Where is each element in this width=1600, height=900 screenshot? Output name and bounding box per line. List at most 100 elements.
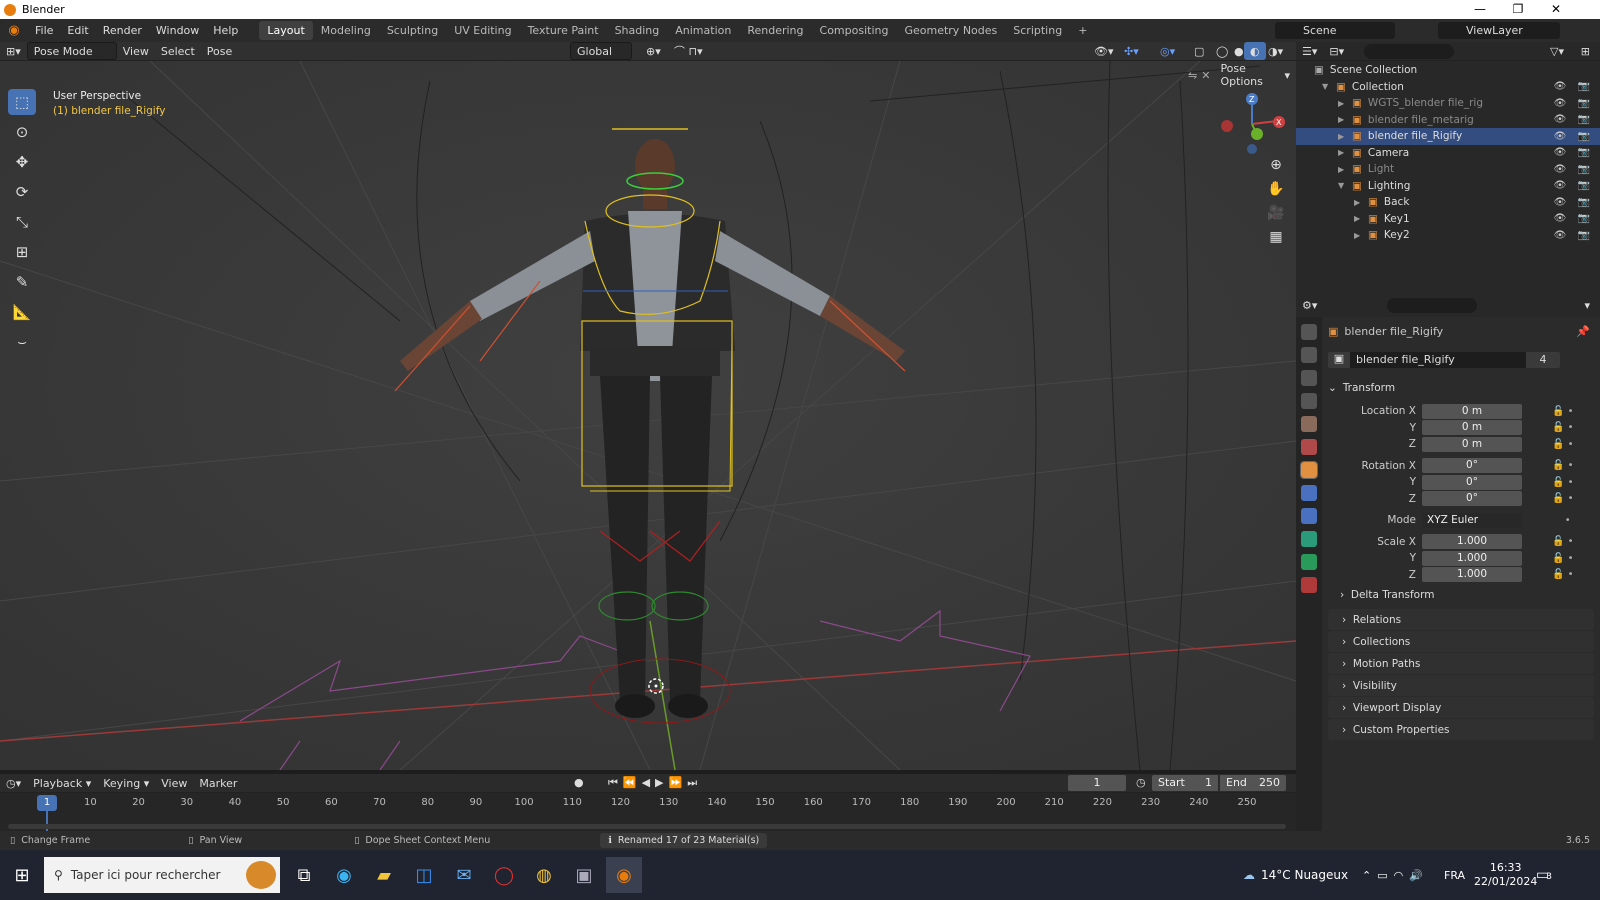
outliner-scene-collection[interactable]: ▣ Scene Collection [1296,62,1600,79]
panel-motion-paths[interactable]: › Motion Paths [1328,653,1594,674]
select-box-tool-icon[interactable]: ⬚ [8,89,36,115]
move-tool-icon[interactable]: ✥ [8,149,36,175]
location-y-field[interactable]: 0 m [1422,420,1522,435]
delta-transform-subpanel[interactable]: › Delta Transform [1340,589,1434,601]
outliner-item[interactable]: ▶ ▣ Back 👁 📷 [1296,194,1600,211]
workspace-tab-geometry-nodes[interactable]: Geometry Nodes [896,21,1005,40]
editor-type-icon[interactable]: ⊞▾ [0,42,27,60]
lock-icon[interactable]: 🔓 • [1552,422,1574,433]
location-x-field[interactable]: 0 m [1422,403,1522,419]
opera-browser-icon[interactable]: ◯ [486,857,522,893]
measure-tool-icon[interactable]: 📐 [8,299,36,325]
render-tab-icon[interactable] [1301,347,1317,363]
gizmo-y-icon[interactable] [1251,128,1263,140]
scale-tool-icon[interactable]: ⤡ [8,209,36,235]
data-block-selector[interactable]: ▣ blender file_Rigify 4 [1328,351,1560,368]
workspace-tab-texture-paint[interactable]: Texture Paint [520,21,607,40]
file-explorer-icon[interactable]: ▰ [366,857,402,893]
rendered-shading-icon[interactable]: ◑▾ [1262,42,1289,60]
add-workspace-button[interactable]: + [1070,21,1095,40]
scene-selector[interactable]: Scene [1275,22,1395,39]
outliner-item[interactable]: ▶ ▣ Camera 👁 📷 [1296,145,1600,162]
tool-tab-icon[interactable] [1301,324,1317,340]
snap-icon[interactable]: ⌒ ⊓▾ [668,42,709,60]
minimize-button[interactable]: — [1462,0,1498,19]
gizmo-neg-z-icon[interactable] [1247,144,1257,154]
current-frame-field[interactable]: 1 [1068,775,1126,791]
lock-icon[interactable]: 🔓 • [1552,553,1574,564]
annotate-tool-icon[interactable]: ✎ [8,269,36,295]
xray-icon[interactable]: ▢ [1188,42,1210,60]
timeline-scrollbar[interactable] [8,824,1286,829]
transform-orientation-dropdown[interactable]: Global [570,42,632,60]
notification-icon[interactable]: ▭3 [1536,867,1552,883]
outliner-item[interactable]: ▶ ▣ blender file_Rigify 👁 📷 [1296,128,1600,145]
task-view-icon[interactable]: ⧉ [286,857,322,893]
texture-tab-icon[interactable] [1301,577,1317,593]
filter-icon[interactable]: ▽▾ [1544,42,1570,60]
menu-file[interactable]: File [28,24,60,37]
viewport-menu-view[interactable]: View [117,42,155,60]
scale-x-field[interactable]: 1.000 [1422,534,1522,549]
status-message[interactable]: ℹ Renamed 17 of 23 Material(s) [600,833,768,848]
rotation-mode-dropdown[interactable]: XYZ Euler [1422,512,1522,528]
x-mirror-icon[interactable]: ✕ [1201,69,1210,82]
viewport-menu-select[interactable]: Select [155,42,201,60]
record-icon[interactable]: ● [574,776,584,789]
lock-icon[interactable]: 🔓 • [1552,439,1574,450]
pivot-icon[interactable]: ⊕▾ [640,42,667,60]
lock-icon[interactable]: 🔓 • [1552,569,1574,580]
panel-custom-properties[interactable]: › Custom Properties [1328,719,1594,740]
lock-icon[interactable]: 🔓 • [1552,477,1574,488]
outliner-search-input[interactable] [1364,43,1455,59]
armature-data-tab-icon[interactable] [1301,531,1317,547]
outliner-item[interactable]: ▶ ▣ Light 👁 📷 [1296,161,1600,178]
mode-selector[interactable]: Pose Mode [26,42,117,60]
edge-browser-icon[interactable]: ◉ [326,857,362,893]
zoom-icon[interactable]: ⊕ [1265,157,1287,181]
maximize-button[interactable]: ❐ [1500,0,1536,19]
pan-hand-icon[interactable]: ✋ [1265,181,1287,205]
relax-pose-tool-icon[interactable]: ⌣ [8,329,36,355]
expand-arrow-right-icon[interactable]: ▶ [1338,115,1350,124]
scale-z-field[interactable]: 1.000 [1422,567,1522,582]
data-block-name[interactable]: blender file_Rigify [1350,351,1526,368]
close-button[interactable]: ✕ [1538,0,1574,19]
visibility-eye-icon[interactable]: 👁 📷 [1554,81,1594,92]
workspace-tab-scripting[interactable]: Scripting [1005,21,1070,40]
panel-viewport-display[interactable]: › Viewport Display [1328,697,1594,718]
menu-window[interactable]: Window [149,24,206,37]
visibility-eye-icon[interactable]: 👁 📷 [1554,114,1594,125]
weather-widget[interactable]: ☁ 14°C Nuageux [1243,868,1348,882]
timeline-menu-keying[interactable]: Keying ▾ [97,774,155,792]
lock-icon[interactable]: 🔓 • [1552,536,1574,547]
viewport-menu-pose[interactable]: Pose [201,42,238,60]
expand-arrow-right-icon[interactable]: ▶ [1338,132,1350,141]
keyframe-dot-icon[interactable]: • [1552,515,1571,526]
gizmo-neg-x-icon[interactable] [1221,120,1233,132]
data-block-type-icon[interactable]: ▣ [1328,351,1350,368]
rotation-y-field[interactable]: 0° [1422,474,1522,490]
workspace-tab-shading[interactable]: Shading [607,21,668,40]
expand-arrow-right-icon[interactable]: ▶ [1338,165,1350,174]
lock-icon[interactable]: 🔓 • [1552,406,1574,417]
pin-icon[interactable]: 📌 [1576,325,1590,338]
menu-help[interactable]: Help [206,24,245,37]
panel-relations[interactable]: › Relations [1328,609,1594,630]
workspace-tab-sculpting[interactable]: Sculpting [379,21,446,40]
outliner-display-mode-icon[interactable]: ⊟▾ [1323,42,1350,60]
panel-collections[interactable]: › Collections [1328,631,1594,652]
visibility-icon[interactable]: 👁▾ [1088,42,1120,60]
properties-options-icon[interactable]: ▾ [1578,296,1596,314]
constraints-tab-icon[interactable] [1301,508,1317,524]
overlays-toggle-icon[interactable]: ◎▾ [1154,42,1181,60]
workspace-tab-rendering[interactable]: Rendering [739,21,811,40]
blender-taskbar-icon[interactable]: ◉ [606,857,642,893]
bone-tab-icon[interactable] [1301,554,1317,570]
visibility-eye-icon[interactable]: 👁 📷 [1554,197,1594,208]
viewlayer-selector[interactable]: ViewLayer [1438,22,1560,39]
output-tab-icon[interactable] [1301,370,1317,386]
mirror-icon[interactable]: ⇋ [1188,69,1197,82]
lock-icon[interactable]: 🔓 • [1552,460,1574,471]
rotation-z-field[interactable]: 0° [1422,491,1522,506]
